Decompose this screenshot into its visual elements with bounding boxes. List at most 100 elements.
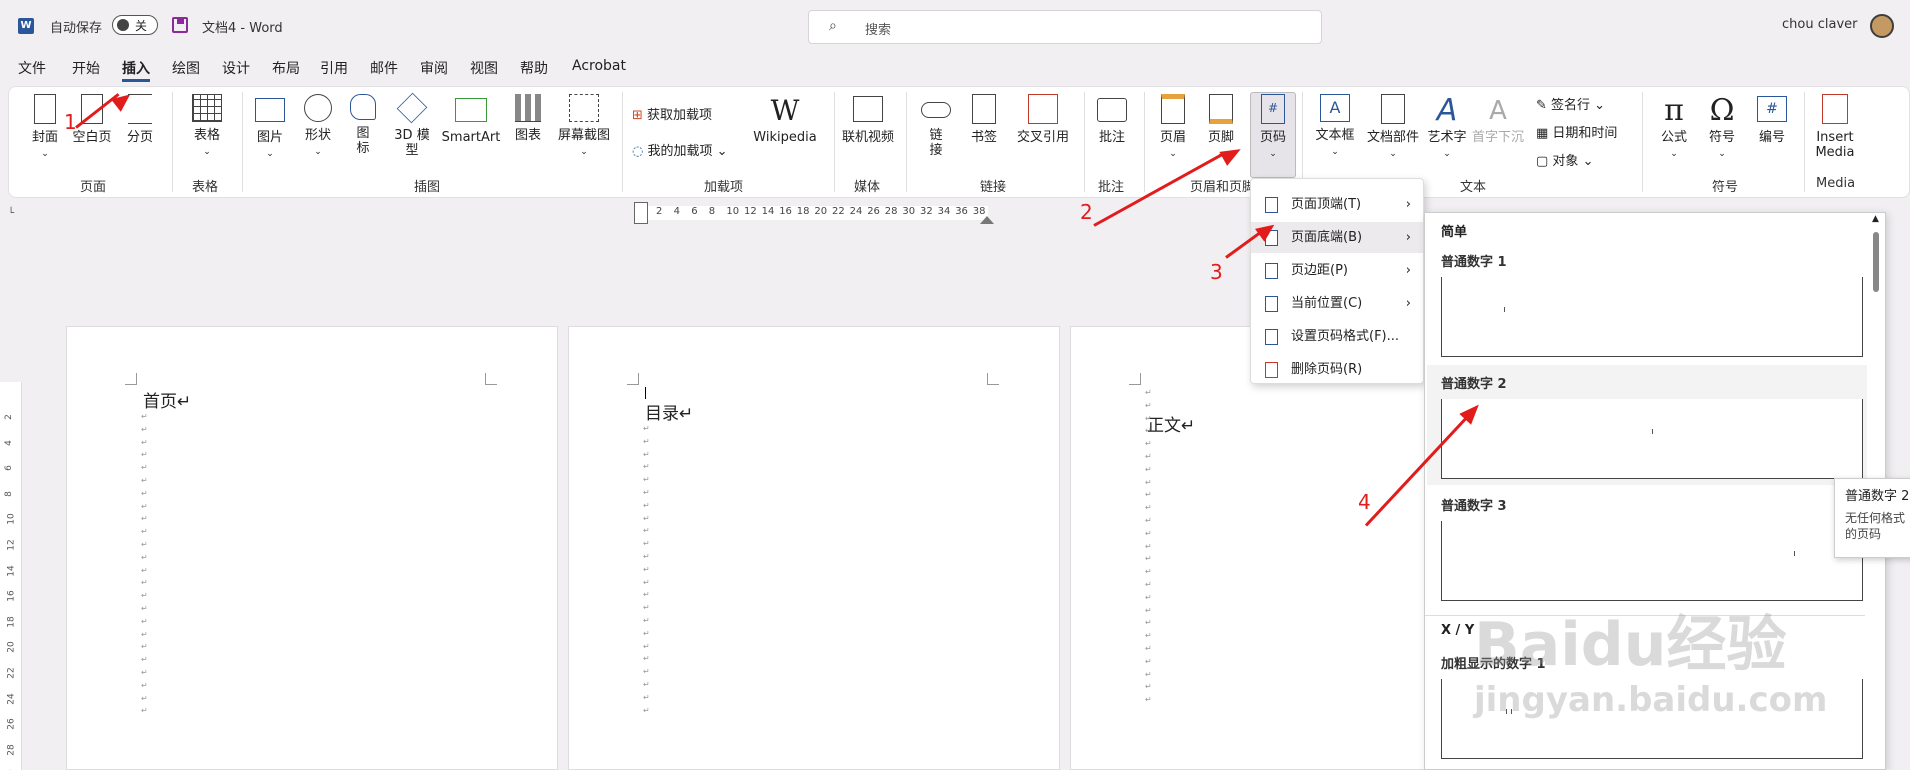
quick-parts-label: 文档部件 (1366, 130, 1419, 145)
vruler-tick-label: 14 (6, 564, 17, 577)
header-button[interactable]: 页眉 ⌄ (1152, 94, 1194, 162)
smartart-button[interactable]: SmartArt (440, 94, 502, 145)
search-box[interactable]: ⌕ 搜索 (808, 10, 1322, 44)
chart-button[interactable]: 图表 (508, 94, 548, 143)
tab-references[interactable]: 引用 (320, 58, 348, 78)
ruler-tab-selector[interactable]: └ (8, 208, 14, 219)
page-number-button[interactable]: # 页码 ⌄ (1252, 94, 1294, 162)
vertical-ruler[interactable]: 24681012141618202224262830 (0, 382, 22, 770)
menu-format-page-numbers[interactable]: 设置页码格式(F)... (1251, 321, 1423, 352)
link-button[interactable]: 链接 (918, 94, 954, 158)
ruler-tick-label: 34 (937, 206, 951, 217)
vruler-tick-label: 16 (6, 590, 17, 602)
screenshot-button[interactable]: 屏幕截图 ⌄ (554, 94, 614, 160)
page-2-text[interactable]: 目录↵ (645, 399, 693, 424)
date-time-button[interactable]: ▦ 日期和时间 (1536, 122, 1617, 141)
gallery-section-simple: 简单 (1441, 225, 1468, 240)
tab-acrobat[interactable]: Acrobat (572, 58, 626, 74)
drop-cap-icon: A (1489, 96, 1507, 126)
menu-current-position[interactable]: 当前位置(C) › (1251, 288, 1423, 319)
cover-page-button[interactable]: 封面 ⌄ (24, 94, 66, 162)
ribbon-separator (834, 92, 835, 192)
page-1[interactable]: 首页↵ ↵ ↵ ↵ ↵ ↵ ↵ ↵ ↵ ↵ ↵ ↵ ↵ ↵ ↵ ↵ ↵ ↵ ↵ … (66, 326, 558, 770)
save-icon[interactable] (172, 17, 188, 33)
vruler-tick-label: 24 (6, 692, 17, 705)
symbol-label: 符号 (1708, 130, 1735, 145)
menu-bottom-of-page[interactable]: 页面底端(B) › (1251, 222, 1423, 253)
signature-line-label: 签名行 (1551, 98, 1591, 113)
gallery-item-plain-number-3[interactable] (1441, 521, 1863, 601)
drop-cap-button[interactable]: A 首字下沉 (1470, 94, 1526, 145)
tab-home[interactable]: 开始 (72, 58, 100, 78)
wikipedia-button[interactable]: W Wikipedia (748, 94, 822, 145)
icons-icon (350, 94, 376, 120)
avatar[interactable] (1870, 14, 1894, 38)
link-icon (921, 102, 951, 118)
wordart-button[interactable]: A 艺术字 ⌄ (1424, 94, 1470, 162)
number-button[interactable]: # 编号 (1750, 94, 1794, 145)
paragraph-marks: ↵ ↵ ↵ ↵ ↵ ↵ ↵ ↵ ↵ ↵ ↵ ↵ ↵ ↵ ↵ ↵ ↵ ↵ ↵ ↵ … (643, 424, 650, 715)
tab-file[interactable]: 文件 (18, 58, 46, 78)
tab-design[interactable]: 设计 (222, 58, 250, 78)
annotation-4: 4 (1358, 490, 1371, 514)
page-3-text[interactable]: 正文↵ (1147, 411, 1195, 436)
annotation-3: 3 (1210, 260, 1223, 284)
page-3[interactable]: 正文↵ ↵ ↵ ↵ ↵ ↵ ↵ ↵ ↵ ↵ ↵ ↵ ↵ ↵ ↵ ↵ ↵ ↵ ↵ … (1070, 326, 1452, 770)
object-button[interactable]: ▢ 对象 ⌄ (1536, 150, 1593, 169)
scroll-up-icon[interactable]: ▲ (1872, 214, 1879, 224)
tab-mailings[interactable]: 邮件 (370, 58, 398, 78)
online-video-button[interactable]: 联机视频 (838, 94, 898, 145)
comment-button[interactable]: 批注 (1090, 94, 1134, 145)
menu-remove-page-numbers[interactable]: 删除页码(R) (1251, 354, 1423, 385)
my-addins-label: 我的加载项 (647, 144, 713, 159)
indent-marker-icon[interactable] (634, 202, 648, 224)
quick-parts-button[interactable]: 文档部件 ⌄ (1364, 94, 1422, 162)
symbol-button[interactable]: Ω 符号 ⌄ (1700, 94, 1744, 162)
scrollbar-thumb[interactable] (1873, 232, 1879, 292)
get-addins-label: 获取加载项 (647, 108, 713, 123)
equation-button[interactable]: π 公式 ⌄ (1652, 94, 1696, 162)
header-icon (1161, 94, 1185, 124)
comment-group-label: 批注 (1098, 180, 1125, 195)
table-button[interactable]: 表格 ⌄ (184, 94, 230, 160)
pictures-button[interactable]: 图片 ⌄ (250, 94, 290, 162)
icons-button[interactable]: 图标 (346, 94, 380, 156)
pi-icon: π (1664, 93, 1684, 128)
signature-line-button[interactable]: ✎ 签名行 ⌄ (1536, 94, 1605, 113)
tab-draw[interactable]: 绘图 (172, 58, 200, 78)
user-name[interactable]: chou claver (1782, 17, 1857, 32)
insert-media-button[interactable]: Insert Media (1810, 94, 1860, 160)
tab-layout[interactable]: 布局 (272, 58, 300, 78)
vruler-tick-label: 28 (6, 744, 17, 756)
page-2[interactable]: 目录↵ ↵ ↵ ↵ ↵ ↵ ↵ ↵ ↵ ↵ ↵ ↵ ↵ ↵ ↵ ↵ ↵ ↵ ↵ … (568, 326, 1060, 770)
chart-icon (515, 94, 541, 122)
ruler-tick-label: 30 (902, 206, 916, 217)
menu-page-margins[interactable]: 页边距(P) › (1251, 255, 1423, 286)
ruler-tick-label: 4 (673, 206, 680, 217)
tab-insert[interactable]: 插入 (122, 58, 150, 78)
page-1-text[interactable]: 首页↵ (143, 387, 191, 412)
3d-models-button[interactable]: 3D 模型 (392, 92, 432, 158)
horizontal-ruler[interactable]: 2 4 6 8 10 12 14 16 18 20 22 24 26 28 30 32 34 36 38 (638, 206, 988, 220)
shapes-icon (304, 94, 332, 122)
textbox-button[interactable]: A 文本框 ⌄ (1310, 94, 1360, 160)
right-indent-marker-icon[interactable] (980, 216, 994, 224)
my-addins-button[interactable]: ◌ 我的加载项 ⌄ (632, 140, 728, 159)
chevron-right-icon: › (1405, 296, 1411, 311)
cross-reference-button[interactable]: 交叉引用 (1010, 94, 1076, 145)
tab-review[interactable]: 审阅 (420, 58, 448, 78)
gallery-item-1-label: 普通数字 1 (1441, 255, 1507, 270)
get-addins-button[interactable]: ⊞ 获取加载项 (632, 104, 712, 123)
tab-view[interactable]: 视图 (470, 58, 498, 78)
shapes-button[interactable]: 形状 ⌄ (298, 94, 338, 160)
gallery-section-xy: X / Y (1441, 623, 1475, 638)
bookmark-button[interactable]: 书签 (964, 94, 1004, 145)
tab-help[interactable]: 帮助 (520, 58, 548, 78)
screenshot-label: 屏幕截图 (557, 128, 610, 143)
ruler-tick-label: 14 (761, 206, 775, 217)
autosave-toggle[interactable]: 关 (112, 15, 158, 35)
menu-top-of-page[interactable]: 页面顶端(T) › (1251, 189, 1423, 220)
gallery-item-plain-number-1[interactable] (1441, 277, 1863, 357)
word-logo-icon: W (18, 18, 34, 34)
gallery-item-plain-number-2[interactable] (1441, 399, 1863, 479)
